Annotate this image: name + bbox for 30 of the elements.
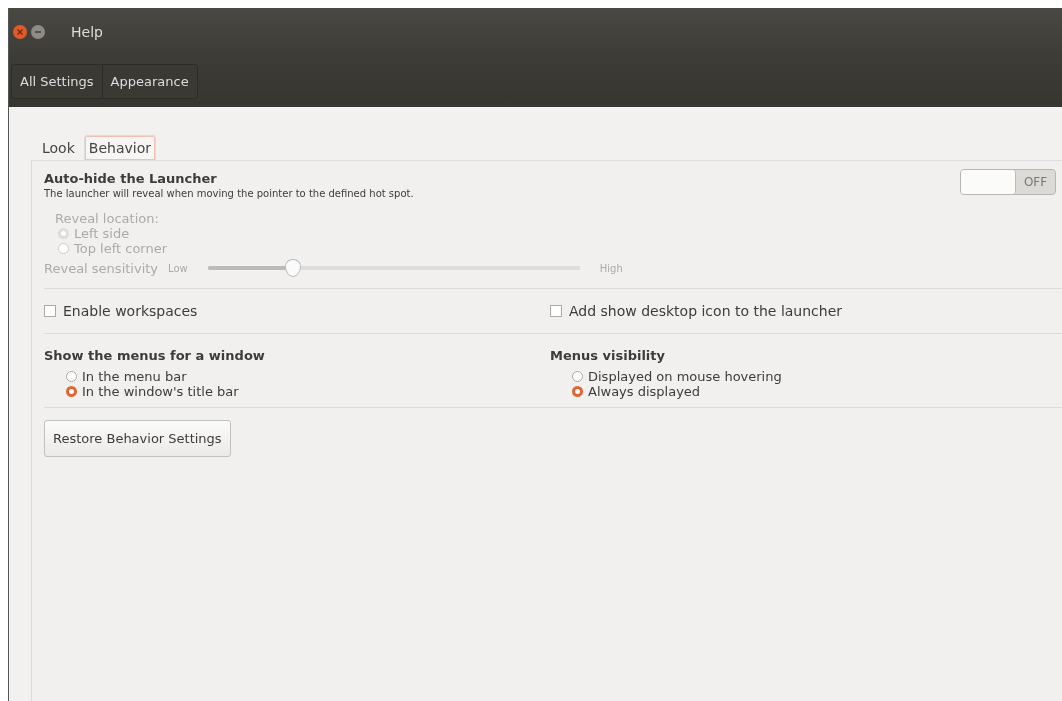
slider-max-label: High	[599, 262, 623, 274]
option-label: Top left corner	[74, 241, 168, 256]
tab[interactable]: Behavior	[83, 135, 156, 160]
window-title: Help	[71, 23, 103, 40]
minimize-icon[interactable]	[31, 24, 45, 39]
option-label: Displayed on mouse hovering	[588, 369, 782, 384]
radio-button[interactable]	[572, 371, 583, 382]
option-label: In the menu bar	[82, 369, 187, 384]
group-title: Menus visibility	[550, 348, 666, 363]
field-label: Reveal location:	[54, 211, 160, 226]
option-label: Left side	[74, 226, 130, 241]
breadcrumb-button[interactable]: Appearance	[102, 64, 197, 98]
tab[interactable]: Look	[37, 135, 80, 160]
section-description: The launcher will reveal when moving the pointer to the defined hot spot.	[44, 188, 414, 199]
radio-button[interactable]	[572, 386, 583, 397]
checkbox-label: Add show desktop icon to the launcher	[569, 303, 843, 319]
close-icon[interactable]	[13, 24, 27, 39]
radio-button[interactable]	[66, 371, 77, 382]
breadcrumb-button[interactable]: All Settings	[12, 64, 103, 98]
restore-button[interactable]: Restore Behavior Settings	[44, 420, 231, 457]
slider-min-label: Low	[168, 262, 188, 274]
radio-button[interactable]	[66, 386, 77, 397]
slider-label: Reveal sensitivity	[44, 260, 159, 276]
checkbox[interactable]	[550, 305, 562, 317]
section-title: Auto-hide the Launcher	[44, 171, 218, 186]
option-label: In the window's title bar	[82, 384, 239, 399]
group-title: Show the menus for a window	[44, 348, 266, 363]
checkbox-label: Enable workspaces	[63, 303, 198, 319]
checkbox[interactable]	[44, 305, 56, 317]
option-label: Always displayed	[588, 384, 701, 399]
